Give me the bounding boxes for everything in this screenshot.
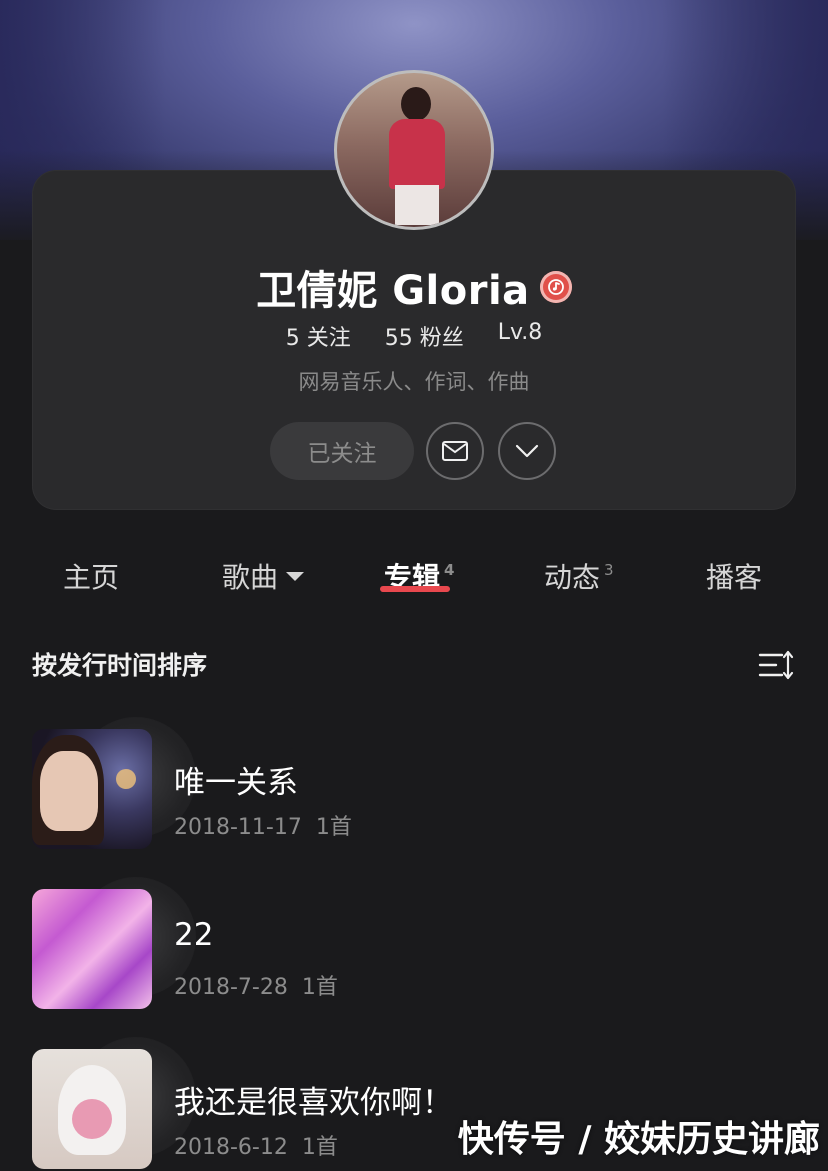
level-stat: Lv.8 bbox=[497, 320, 543, 345]
album-title: 唯一关系 bbox=[174, 765, 298, 801]
follow-button[interactable]: 已关注 bbox=[270, 422, 414, 480]
album-cover bbox=[32, 729, 152, 849]
tab-home[interactable]: 主页 bbox=[63, 556, 119, 596]
tab-songs[interactable]: 歌曲 bbox=[222, 556, 305, 596]
profile-tabs: 主页 歌曲 专辑 4 动态 3 播客 bbox=[0, 556, 828, 606]
album-item[interactable]: 唯一关系 2018-11-17 1首 bbox=[32, 717, 796, 851]
more-button[interactable] bbox=[498, 422, 556, 480]
tab-moments[interactable]: 动态 3 bbox=[544, 556, 614, 596]
tab-albums-count: 4 bbox=[444, 561, 455, 579]
message-button[interactable] bbox=[426, 422, 484, 480]
avatar[interactable] bbox=[334, 70, 494, 230]
mail-icon bbox=[442, 441, 468, 461]
album-meta: 2018-7-28 1首 bbox=[174, 975, 338, 1000]
profile-bio: 网易音乐人、作词、作曲 bbox=[298, 370, 530, 394]
album-item[interactable]: 22 2018-7-28 1首 bbox=[32, 877, 796, 1011]
album-title: 我还是很喜欢你啊！ bbox=[174, 1085, 453, 1121]
album-cover bbox=[32, 889, 152, 1009]
album-cover bbox=[32, 1049, 152, 1169]
tab-moments-count: 3 bbox=[604, 561, 614, 579]
album-title: 22 bbox=[174, 917, 214, 953]
tab-podcast[interactable]: 播客 bbox=[706, 556, 762, 596]
album-meta: 2018-6-12 1首 bbox=[174, 1135, 338, 1160]
watermark: 快传号 / 姣妹历史讲廊 bbox=[457, 1119, 820, 1160]
profile-name: 卫倩妮 Gloria bbox=[256, 268, 530, 314]
followers-stat[interactable]: 55 粉丝 bbox=[385, 320, 464, 354]
musician-badge-icon[interactable] bbox=[539, 271, 572, 303]
caret-down-icon bbox=[286, 572, 305, 581]
profile-name-row: 卫倩妮 Gloria bbox=[0, 262, 828, 314]
active-tab-indicator bbox=[380, 586, 450, 592]
album-meta: 2018-11-17 1首 bbox=[174, 815, 352, 840]
profile-stats: 5 关注 55 粉丝 Lv.8 bbox=[0, 320, 828, 354]
sort-icon[interactable] bbox=[758, 648, 794, 682]
following-stat[interactable]: 5 关注 bbox=[286, 320, 351, 354]
chevron-down-icon bbox=[515, 444, 539, 458]
sort-label[interactable]: 按发行时间排序 bbox=[32, 651, 207, 680]
sort-row: 按发行时间排序 bbox=[32, 646, 796, 686]
